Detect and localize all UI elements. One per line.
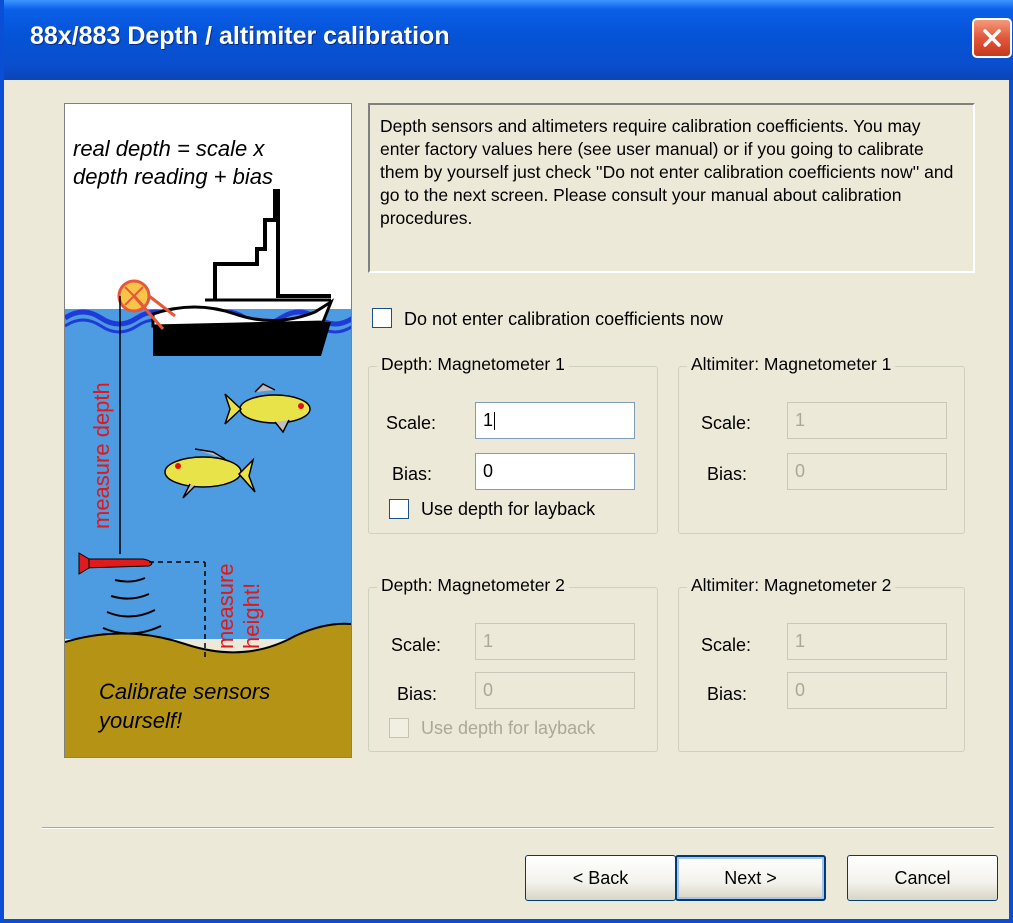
alt-mag1-group: Altimiter: Magnetometer 1 Scale: 1 Bias:…: [678, 354, 965, 534]
depth-mag1-scale-label: Scale:: [386, 413, 437, 433]
formula-line-2: depth reading + bias: [73, 164, 273, 189]
separator-highlight: [42, 828, 994, 829]
depth-mag1-scale-value: 1: [483, 410, 494, 430]
measure-height-line-2: height!: [239, 583, 264, 649]
window-title: 88x/883 Depth / altimiter calibration: [30, 22, 450, 50]
depth-mag1-bias-label: Bias:: [392, 464, 433, 484]
depth-mag2-layback-label[interactable]: Use depth for layback: [421, 718, 595, 739]
measure-depth-label: measure depth: [89, 382, 114, 529]
close-button[interactable]: [972, 18, 1012, 58]
depth-mag1-title: Depth: Magnetometer 1: [377, 354, 569, 375]
depth-mag1-bias-input[interactable]: 0: [475, 453, 635, 490]
depth-mag1-layback-checkbox[interactable]: [389, 499, 409, 519]
alt-mag1-scale-input[interactable]: 1: [787, 402, 947, 439]
depth-mag1-scale-input[interactable]: 1: [475, 402, 635, 439]
depth-mag2-bias-input[interactable]: 0: [475, 672, 635, 709]
depth-mag2-layback-checkbox[interactable]: [389, 718, 409, 738]
description-text: Depth sensors and altimeters require cal…: [368, 103, 975, 273]
depth-mag2-bias-label: Bias:: [397, 684, 438, 704]
depth-mag2-title: Depth: Magnetometer 2: [377, 575, 569, 596]
measure-height-line-1: measure: [213, 563, 238, 649]
calibrate-line-2: yourself!: [97, 708, 182, 733]
alt-mag1-bias-label: Bias:: [707, 464, 748, 484]
depth-mag1-group: Depth: Magnetometer 1 Scale: 1 Bias: 0 U…: [368, 354, 658, 534]
skip-calibration-label[interactable]: Do not enter calibration coefficients no…: [404, 309, 723, 330]
skip-calibration-checkbox[interactable]: [372, 308, 392, 328]
depth-mag2-scale-label: Scale:: [391, 635, 442, 655]
calibration-illustration: real depth = scale x depth reading + bia…: [64, 103, 352, 758]
title-bar[interactable]: 88x/883 Depth / altimiter calibration: [4, 0, 1013, 80]
formula-line-1: real depth = scale x: [73, 136, 265, 161]
alt-mag1-title: Altimiter: Magnetometer 1: [687, 354, 896, 375]
depth-mag2-group: Depth: Magnetometer 2 Scale: 1 Bias: 0 U…: [368, 575, 658, 752]
close-x-icon: [983, 29, 1001, 47]
alt-mag1-scale-label: Scale:: [701, 413, 752, 433]
calibrate-line-1: Calibrate sensors: [99, 679, 270, 704]
alt-mag1-bias-input[interactable]: 0: [787, 453, 947, 490]
alt-mag2-bias-input[interactable]: 0: [787, 672, 947, 709]
alt-mag2-bias-label: Bias:: [707, 684, 748, 704]
alt-mag2-title: Altimiter: Magnetometer 2: [687, 575, 896, 596]
depth-mag2-scale-input[interactable]: 1: [475, 623, 635, 660]
alt-mag2-scale-input[interactable]: 1: [787, 623, 947, 660]
back-button[interactable]: < Back: [525, 855, 676, 901]
cancel-button[interactable]: Cancel: [847, 855, 998, 901]
depth-mag1-layback-label[interactable]: Use depth for layback: [421, 499, 595, 520]
alt-mag2-scale-label: Scale:: [701, 635, 752, 655]
alt-mag2-group: Altimiter: Magnetometer 2 Scale: 1 Bias:…: [678, 575, 965, 752]
next-button[interactable]: Next >: [675, 855, 826, 901]
wizard-window: 88x/883 Depth / altimiter calibration re…: [0, 0, 1013, 923]
